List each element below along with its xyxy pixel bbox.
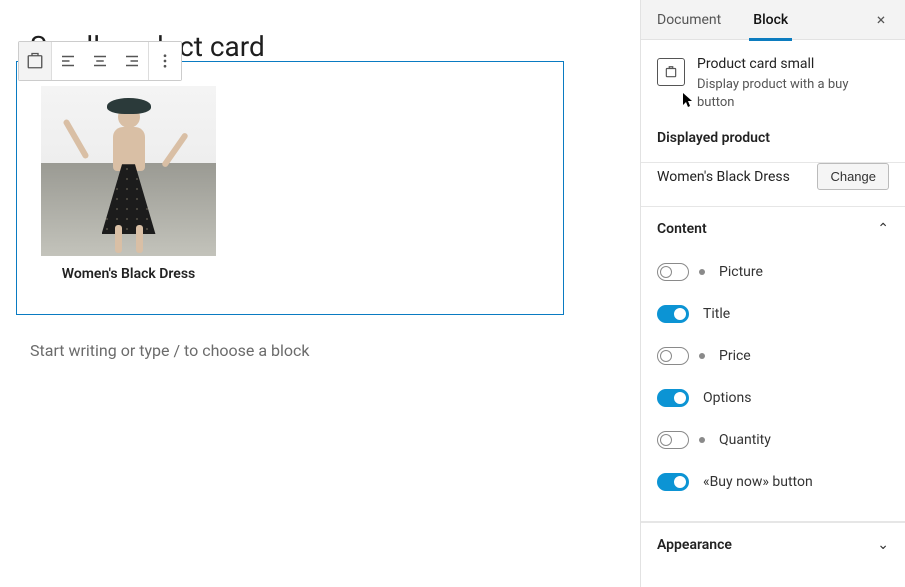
product-image	[41, 86, 216, 256]
align-center-button[interactable]	[84, 42, 116, 80]
toggle-price[interactable]	[657, 347, 689, 365]
toggle-label-title: Title	[703, 306, 730, 322]
align-right-icon	[123, 52, 141, 70]
toggle-row-quantity: Quantity	[657, 419, 889, 461]
toggle-off-dot-icon	[699, 353, 705, 359]
appearance-section-header[interactable]: Appearance ⌄	[641, 522, 905, 567]
toggle-label-picture: Picture	[719, 264, 763, 280]
more-vertical-icon	[156, 52, 174, 70]
toggle-row-price: Price	[657, 335, 889, 377]
displayed-product-heading: Displayed product	[657, 130, 889, 146]
toggle-title[interactable]	[657, 305, 689, 323]
toggle-label-buy: «Buy now» button	[703, 474, 813, 490]
toggle-off-dot-icon	[699, 437, 705, 443]
align-right-button[interactable]	[116, 42, 148, 80]
toggle-options[interactable]	[657, 389, 689, 407]
block-name: Product card small	[697, 56, 889, 72]
toggle-label-quantity: Quantity	[719, 432, 771, 448]
toggle-off-dot-icon	[699, 269, 705, 275]
content-section-header[interactable]: Content ⌃	[641, 207, 905, 251]
toggle-row-title: Title	[657, 293, 889, 335]
block-type-button[interactable]	[19, 42, 51, 80]
block-toolbar	[18, 41, 182, 81]
editor-canvas: Small product card	[0, 0, 640, 587]
chevron-up-icon: ⌃	[877, 221, 889, 237]
close-sidebar-button[interactable]: ×	[865, 4, 897, 36]
chevron-down-icon: ⌄	[877, 537, 889, 553]
product-card: Women's Black Dress	[41, 86, 216, 282]
tab-document[interactable]: Document	[641, 0, 737, 40]
content-section-body: Picture Title Price Options Quantity «Buy now…	[641, 251, 905, 522]
toggle-row-buy: «Buy now» button	[657, 461, 889, 503]
displayed-product-row: Women's Black Dress Change	[641, 163, 905, 207]
appearance-heading: Appearance	[657, 537, 732, 553]
tab-block[interactable]: Block	[737, 0, 804, 40]
displayed-product-name: Women's Black Dress	[657, 169, 790, 185]
new-block-prompt[interactable]: Start writing or type / to choose a bloc…	[30, 341, 610, 360]
block-description: Display product with a buy button	[697, 76, 889, 112]
product-card-icon	[657, 58, 685, 86]
align-center-icon	[91, 52, 109, 70]
selected-block[interactable]: Women's Black Dress	[16, 61, 564, 315]
inspector-sidebar: Document Block × Product card small Disp…	[640, 0, 905, 587]
product-title: Women's Black Dress	[41, 256, 216, 282]
content-heading: Content	[657, 221, 707, 237]
toggle-row-options: Options	[657, 377, 889, 419]
product-card-icon	[26, 52, 44, 70]
align-left-button[interactable]	[52, 42, 84, 80]
more-options-button[interactable]	[149, 42, 181, 80]
change-product-button[interactable]: Change	[817, 163, 889, 190]
toggle-label-options: Options	[703, 390, 751, 406]
toggle-quantity[interactable]	[657, 431, 689, 449]
toggle-picture[interactable]	[657, 263, 689, 281]
toggle-buy[interactable]	[657, 473, 689, 491]
mouse-cursor-icon	[682, 92, 694, 108]
toggle-row-picture: Picture	[657, 251, 889, 293]
block-info-panel: Product card small Display product with …	[641, 40, 905, 163]
sidebar-tabs: Document Block ×	[641, 0, 905, 40]
align-left-icon	[59, 52, 77, 70]
toggle-label-price: Price	[719, 348, 751, 364]
